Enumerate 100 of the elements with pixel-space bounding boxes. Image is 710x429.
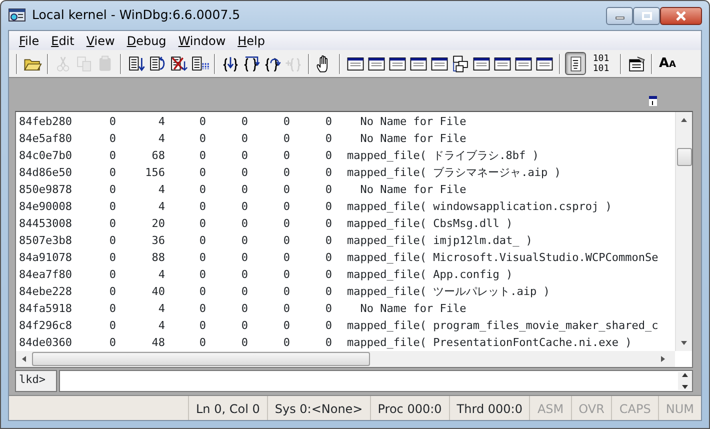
scroll-right-arrow[interactable]	[659, 355, 667, 363]
address-text: 84feb280	[19, 114, 73, 130]
number-text: 0	[324, 267, 332, 283]
number-text: 4	[157, 199, 165, 215]
number-text: 68	[150, 148, 165, 164]
number-text: 0	[198, 318, 206, 334]
number-text: 0	[108, 216, 116, 232]
number-text: 0	[108, 335, 116, 351]
number-text: 0	[198, 165, 206, 181]
scrollbar-thumb[interactable]	[676, 148, 692, 166]
address-text: 84453008	[19, 216, 73, 232]
file-text: No Name for File	[359, 114, 468, 130]
status-pane: Thrd 000:0	[448, 396, 530, 420]
number-text: 48	[150, 335, 165, 351]
number-text: 40	[150, 284, 165, 300]
address-text: 84e90008	[19, 199, 73, 215]
maximize-button[interactable]	[633, 6, 660, 24]
status-pane: Sys 0:<None>	[266, 396, 370, 420]
file-text: mapped_file( App.config )	[347, 267, 514, 283]
spin-control[interactable]	[678, 372, 692, 390]
menu-item[interactable]: File	[13, 32, 46, 50]
number-text: 0	[324, 199, 332, 215]
address-text: 84fa5918	[19, 301, 73, 317]
number-text: 0	[198, 199, 206, 215]
address-text: 84de0360	[19, 335, 73, 351]
number-text: 0	[324, 233, 332, 249]
number-text: 0	[324, 301, 332, 317]
number-text: 0	[324, 148, 332, 164]
scrollbar-thumb[interactable]	[32, 352, 370, 366]
file-text: No Name for File	[359, 301, 468, 317]
number-text: 0	[282, 131, 290, 147]
window-icon	[649, 96, 657, 106]
command-input[interactable]	[59, 370, 693, 392]
number-text: 0	[108, 301, 116, 317]
number-text: 0	[324, 318, 332, 334]
file-text: mapped_file( program_files_movie_maker_shared_c	[347, 318, 660, 334]
number-text: 0	[282, 165, 290, 181]
number-text: 0	[240, 284, 248, 300]
number-text: 0	[198, 131, 206, 147]
number-text: 0	[240, 148, 248, 164]
menu-item[interactable]: Help	[232, 32, 272, 50]
number-text: 0	[108, 284, 116, 300]
file-text: mapped_file( imjp12lm.dat_ )	[347, 233, 534, 249]
number-text: 0	[282, 199, 290, 215]
menu-item[interactable]: Edit	[45, 32, 80, 50]
number-text: 4	[157, 114, 165, 130]
number-text: 36	[150, 233, 165, 249]
number-text: 0	[240, 250, 248, 266]
number-text: 0	[324, 114, 332, 130]
status-pane: CAPS	[611, 396, 658, 420]
number-text: 0	[240, 216, 248, 232]
address-text: 84e5af80	[19, 131, 73, 147]
font-button[interactable]: AA	[657, 52, 678, 75]
app-icon	[8, 8, 26, 24]
number-text: 0	[240, 114, 248, 130]
close-icon	[675, 10, 687, 20]
number-text: 156	[144, 165, 165, 181]
number-text: 0	[324, 216, 332, 232]
number-text: 4	[157, 131, 165, 147]
number-text: 0	[282, 114, 290, 130]
scroll-down-arrow[interactable]	[680, 339, 688, 347]
spin-down-arrow[interactable]	[681, 384, 689, 390]
number-text: 0	[198, 148, 206, 164]
menu-item[interactable]: Debug	[120, 32, 172, 50]
number-text: 0	[198, 233, 206, 249]
number-text: 0	[282, 182, 290, 198]
close-button[interactable]	[660, 6, 702, 24]
number-text: 4	[157, 301, 165, 317]
number-text: 0	[108, 114, 116, 130]
number-text: 0	[324, 284, 332, 300]
number-text: 0	[282, 250, 290, 266]
menu-item[interactable]: View	[80, 32, 121, 50]
number-text: 88	[150, 250, 165, 266]
file-text: mapped_file( Microsoft.VisualStudio.WCPCommonSe	[347, 250, 660, 266]
number-text: 4	[157, 318, 165, 334]
number-text: 0	[108, 131, 116, 147]
scroll-left-arrow[interactable]	[20, 355, 28, 363]
scroll-up-arrow[interactable]	[680, 116, 688, 124]
number-text: 0	[198, 114, 206, 130]
number-text: 0	[198, 284, 206, 300]
minimize-button[interactable]	[606, 6, 633, 24]
address-text: 850e9878	[19, 182, 73, 198]
address-text: 84a91078	[19, 250, 73, 266]
number-text: 0	[240, 131, 248, 147]
status-pane: OVR	[570, 396, 612, 420]
file-text: mapped_file( ドライブラシ.8bf )	[347, 148, 540, 164]
document-button[interactable]	[565, 52, 586, 75]
number-text: 0	[324, 165, 332, 181]
address-text: 84ea7f80	[19, 267, 73, 283]
binary-button[interactable]: 101 101	[586, 52, 616, 75]
number-text: 0	[108, 182, 116, 198]
spin-up-arrow[interactable]	[681, 372, 689, 378]
file-text: mapped_file( ツールパレット.aip )	[347, 284, 551, 300]
menu-item[interactable]: Window	[172, 32, 232, 50]
number-text: 0	[282, 284, 290, 300]
address-text: 8507e3b8	[19, 233, 73, 249]
number-text: 0	[240, 199, 248, 215]
number-text: 0	[108, 267, 116, 283]
number-text: 0	[198, 301, 206, 317]
number-text: 0	[198, 182, 206, 198]
